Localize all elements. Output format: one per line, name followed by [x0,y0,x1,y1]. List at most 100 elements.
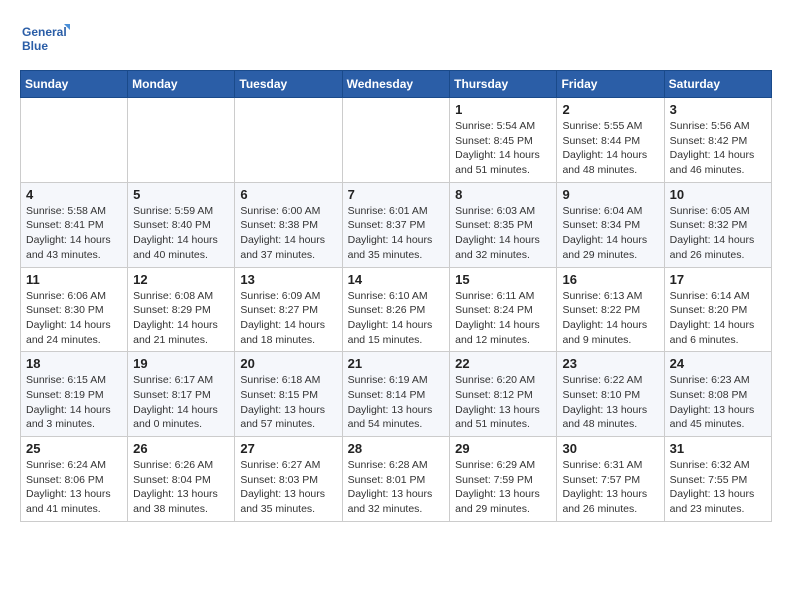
day-info: Sunrise: 6:27 AM Sunset: 8:03 PM Dayligh… [240,458,336,517]
day-info: Sunrise: 6:09 AM Sunset: 8:27 PM Dayligh… [240,289,336,348]
day-info: Sunrise: 6:03 AM Sunset: 8:35 PM Dayligh… [455,204,551,263]
calendar-cell: 13 Sunrise: 6:09 AM Sunset: 8:27 PM Dayli… [235,267,342,352]
day-info: Sunrise: 5:58 AM Sunset: 8:41 PM Dayligh… [26,204,122,263]
day-number: 18 [26,356,122,371]
calendar-cell: 30 Sunrise: 6:31 AM Sunset: 7:57 PM Dayli… [557,437,664,522]
day-info: Sunrise: 6:00 AM Sunset: 8:38 PM Dayligh… [240,204,336,263]
day-info: Sunrise: 5:56 AM Sunset: 8:42 PM Dayligh… [670,119,766,178]
day-number: 7 [348,187,445,202]
day-info: Sunrise: 6:15 AM Sunset: 8:19 PM Dayligh… [26,373,122,432]
weekday-thursday: Thursday [450,71,557,98]
day-number: 28 [348,441,445,456]
day-number: 4 [26,187,122,202]
day-info: Sunrise: 6:08 AM Sunset: 8:29 PM Dayligh… [133,289,229,348]
calendar-cell: 6 Sunrise: 6:00 AM Sunset: 8:38 PM Daylig… [235,182,342,267]
day-info: Sunrise: 6:18 AM Sunset: 8:15 PM Dayligh… [240,373,336,432]
day-info: Sunrise: 6:20 AM Sunset: 8:12 PM Dayligh… [455,373,551,432]
weekday-wednesday: Wednesday [342,71,450,98]
calendar-cell: 31Sunrise: 6:32 AM Sunset: 7:55 PM Dayli… [664,437,771,522]
day-info: Sunrise: 6:17 AM Sunset: 8:17 PM Dayligh… [133,373,229,432]
calendar-cell: 10 Sunrise: 6:05 AM Sunset: 8:32 PM Dayli… [664,182,771,267]
day-number: 16 [562,272,658,287]
day-number: 13 [240,272,336,287]
day-number: 8 [455,187,551,202]
calendar-cell [21,98,128,183]
calendar-cell [235,98,342,183]
day-info: Sunrise: 5:55 AM Sunset: 8:44 PM Dayligh… [562,119,658,178]
calendar-week-4: 18 Sunrise: 6:15 AM Sunset: 8:19 PM Dayli… [21,352,772,437]
calendar-cell: 9Sunrise: 6:04 AM Sunset: 8:34 PM Daylig… [557,182,664,267]
calendar-cell: 20 Sunrise: 6:18 AM Sunset: 8:15 PM Dayli… [235,352,342,437]
day-number: 25 [26,441,122,456]
day-info: Sunrise: 6:14 AM Sunset: 8:20 PM Dayligh… [670,289,766,348]
calendar-cell: 22Sunrise: 6:20 AM Sunset: 8:12 PM Dayli… [450,352,557,437]
day-number: 26 [133,441,229,456]
calendar-cell: 25 Sunrise: 6:24 AM Sunset: 8:06 PM Dayli… [21,437,128,522]
calendar-cell: 18 Sunrise: 6:15 AM Sunset: 8:19 PM Dayli… [21,352,128,437]
calendar-cell: 16 Sunrise: 6:13 AM Sunset: 8:22 PM Dayli… [557,267,664,352]
day-number: 14 [348,272,445,287]
day-info: Sunrise: 5:59 AM Sunset: 8:40 PM Dayligh… [133,204,229,263]
calendar-cell [128,98,235,183]
day-number: 31 [670,441,766,456]
logo-svg: General Blue [20,20,70,60]
calendar-week-5: 25 Sunrise: 6:24 AM Sunset: 8:06 PM Dayli… [21,437,772,522]
day-info: Sunrise: 6:06 AM Sunset: 8:30 PM Dayligh… [26,289,122,348]
day-info: Sunrise: 6:19 AM Sunset: 8:14 PM Dayligh… [348,373,445,432]
calendar-cell: 24 Sunrise: 6:23 AM Sunset: 8:08 PM Dayli… [664,352,771,437]
day-number: 29 [455,441,551,456]
day-info: Sunrise: 6:01 AM Sunset: 8:37 PM Dayligh… [348,204,445,263]
day-number: 9 [562,187,658,202]
day-info: Sunrise: 6:11 AM Sunset: 8:24 PM Dayligh… [455,289,551,348]
day-info: Sunrise: 5:54 AM Sunset: 8:45 PM Dayligh… [455,119,551,178]
day-number: 15 [455,272,551,287]
calendar-cell: 8 Sunrise: 6:03 AM Sunset: 8:35 PM Daylig… [450,182,557,267]
day-info: Sunrise: 6:26 AM Sunset: 8:04 PM Dayligh… [133,458,229,517]
day-info: Sunrise: 6:29 AM Sunset: 7:59 PM Dayligh… [455,458,551,517]
day-info: Sunrise: 6:31 AM Sunset: 7:57 PM Dayligh… [562,458,658,517]
calendar-cell: 21 Sunrise: 6:19 AM Sunset: 8:14 PM Dayli… [342,352,450,437]
calendar-cell: 2 Sunrise: 5:55 AM Sunset: 8:44 PM Daylig… [557,98,664,183]
day-number: 19 [133,356,229,371]
calendar-cell: 5 Sunrise: 5:59 AM Sunset: 8:40 PM Daylig… [128,182,235,267]
day-info: Sunrise: 6:24 AM Sunset: 8:06 PM Dayligh… [26,458,122,517]
day-number: 27 [240,441,336,456]
day-info: Sunrise: 6:10 AM Sunset: 8:26 PM Dayligh… [348,289,445,348]
calendar-cell: 3Sunrise: 5:56 AM Sunset: 8:42 PM Daylig… [664,98,771,183]
calendar-header: SundayMondayTuesdayWednesdayThursdayFrid… [21,71,772,98]
calendar-cell: 12 Sunrise: 6:08 AM Sunset: 8:29 PM Dayli… [128,267,235,352]
day-number: 12 [133,272,229,287]
calendar-cell: 19 Sunrise: 6:17 AM Sunset: 8:17 PM Dayli… [128,352,235,437]
calendar-week-1: 1 Sunrise: 5:54 AM Sunset: 8:45 PM Daylig… [21,98,772,183]
day-info: Sunrise: 6:05 AM Sunset: 8:32 PM Dayligh… [670,204,766,263]
day-number: 30 [562,441,658,456]
calendar-cell [342,98,450,183]
day-number: 23 [562,356,658,371]
calendar-cell: 29 Sunrise: 6:29 AM Sunset: 7:59 PM Dayli… [450,437,557,522]
day-number: 5 [133,187,229,202]
svg-text:General: General [22,25,67,39]
calendar-cell: 27 Sunrise: 6:27 AM Sunset: 8:03 PM Dayli… [235,437,342,522]
day-number: 10 [670,187,766,202]
calendar-cell: 17Sunrise: 6:14 AM Sunset: 8:20 PM Dayli… [664,267,771,352]
day-info: Sunrise: 6:28 AM Sunset: 8:01 PM Dayligh… [348,458,445,517]
weekday-friday: Friday [557,71,664,98]
day-info: Sunrise: 6:13 AM Sunset: 8:22 PM Dayligh… [562,289,658,348]
logo: General Blue [20,20,70,60]
calendar-cell: 11Sunrise: 6:06 AM Sunset: 8:30 PM Dayli… [21,267,128,352]
day-number: 1 [455,102,551,117]
calendar-cell: 15 Sunrise: 6:11 AM Sunset: 8:24 PM Dayli… [450,267,557,352]
day-number: 24 [670,356,766,371]
calendar-body: 1 Sunrise: 5:54 AM Sunset: 8:45 PM Daylig… [21,98,772,522]
day-number: 21 [348,356,445,371]
day-info: Sunrise: 6:23 AM Sunset: 8:08 PM Dayligh… [670,373,766,432]
day-number: 20 [240,356,336,371]
calendar-cell: 4 Sunrise: 5:58 AM Sunset: 8:41 PM Daylig… [21,182,128,267]
calendar-week-3: 11Sunrise: 6:06 AM Sunset: 8:30 PM Dayli… [21,267,772,352]
day-number: 6 [240,187,336,202]
calendar-cell: 23Sunrise: 6:22 AM Sunset: 8:10 PM Dayli… [557,352,664,437]
weekday-monday: Monday [128,71,235,98]
calendar-cell: 1 Sunrise: 5:54 AM Sunset: 8:45 PM Daylig… [450,98,557,183]
weekday-tuesday: Tuesday [235,71,342,98]
day-number: 2 [562,102,658,117]
